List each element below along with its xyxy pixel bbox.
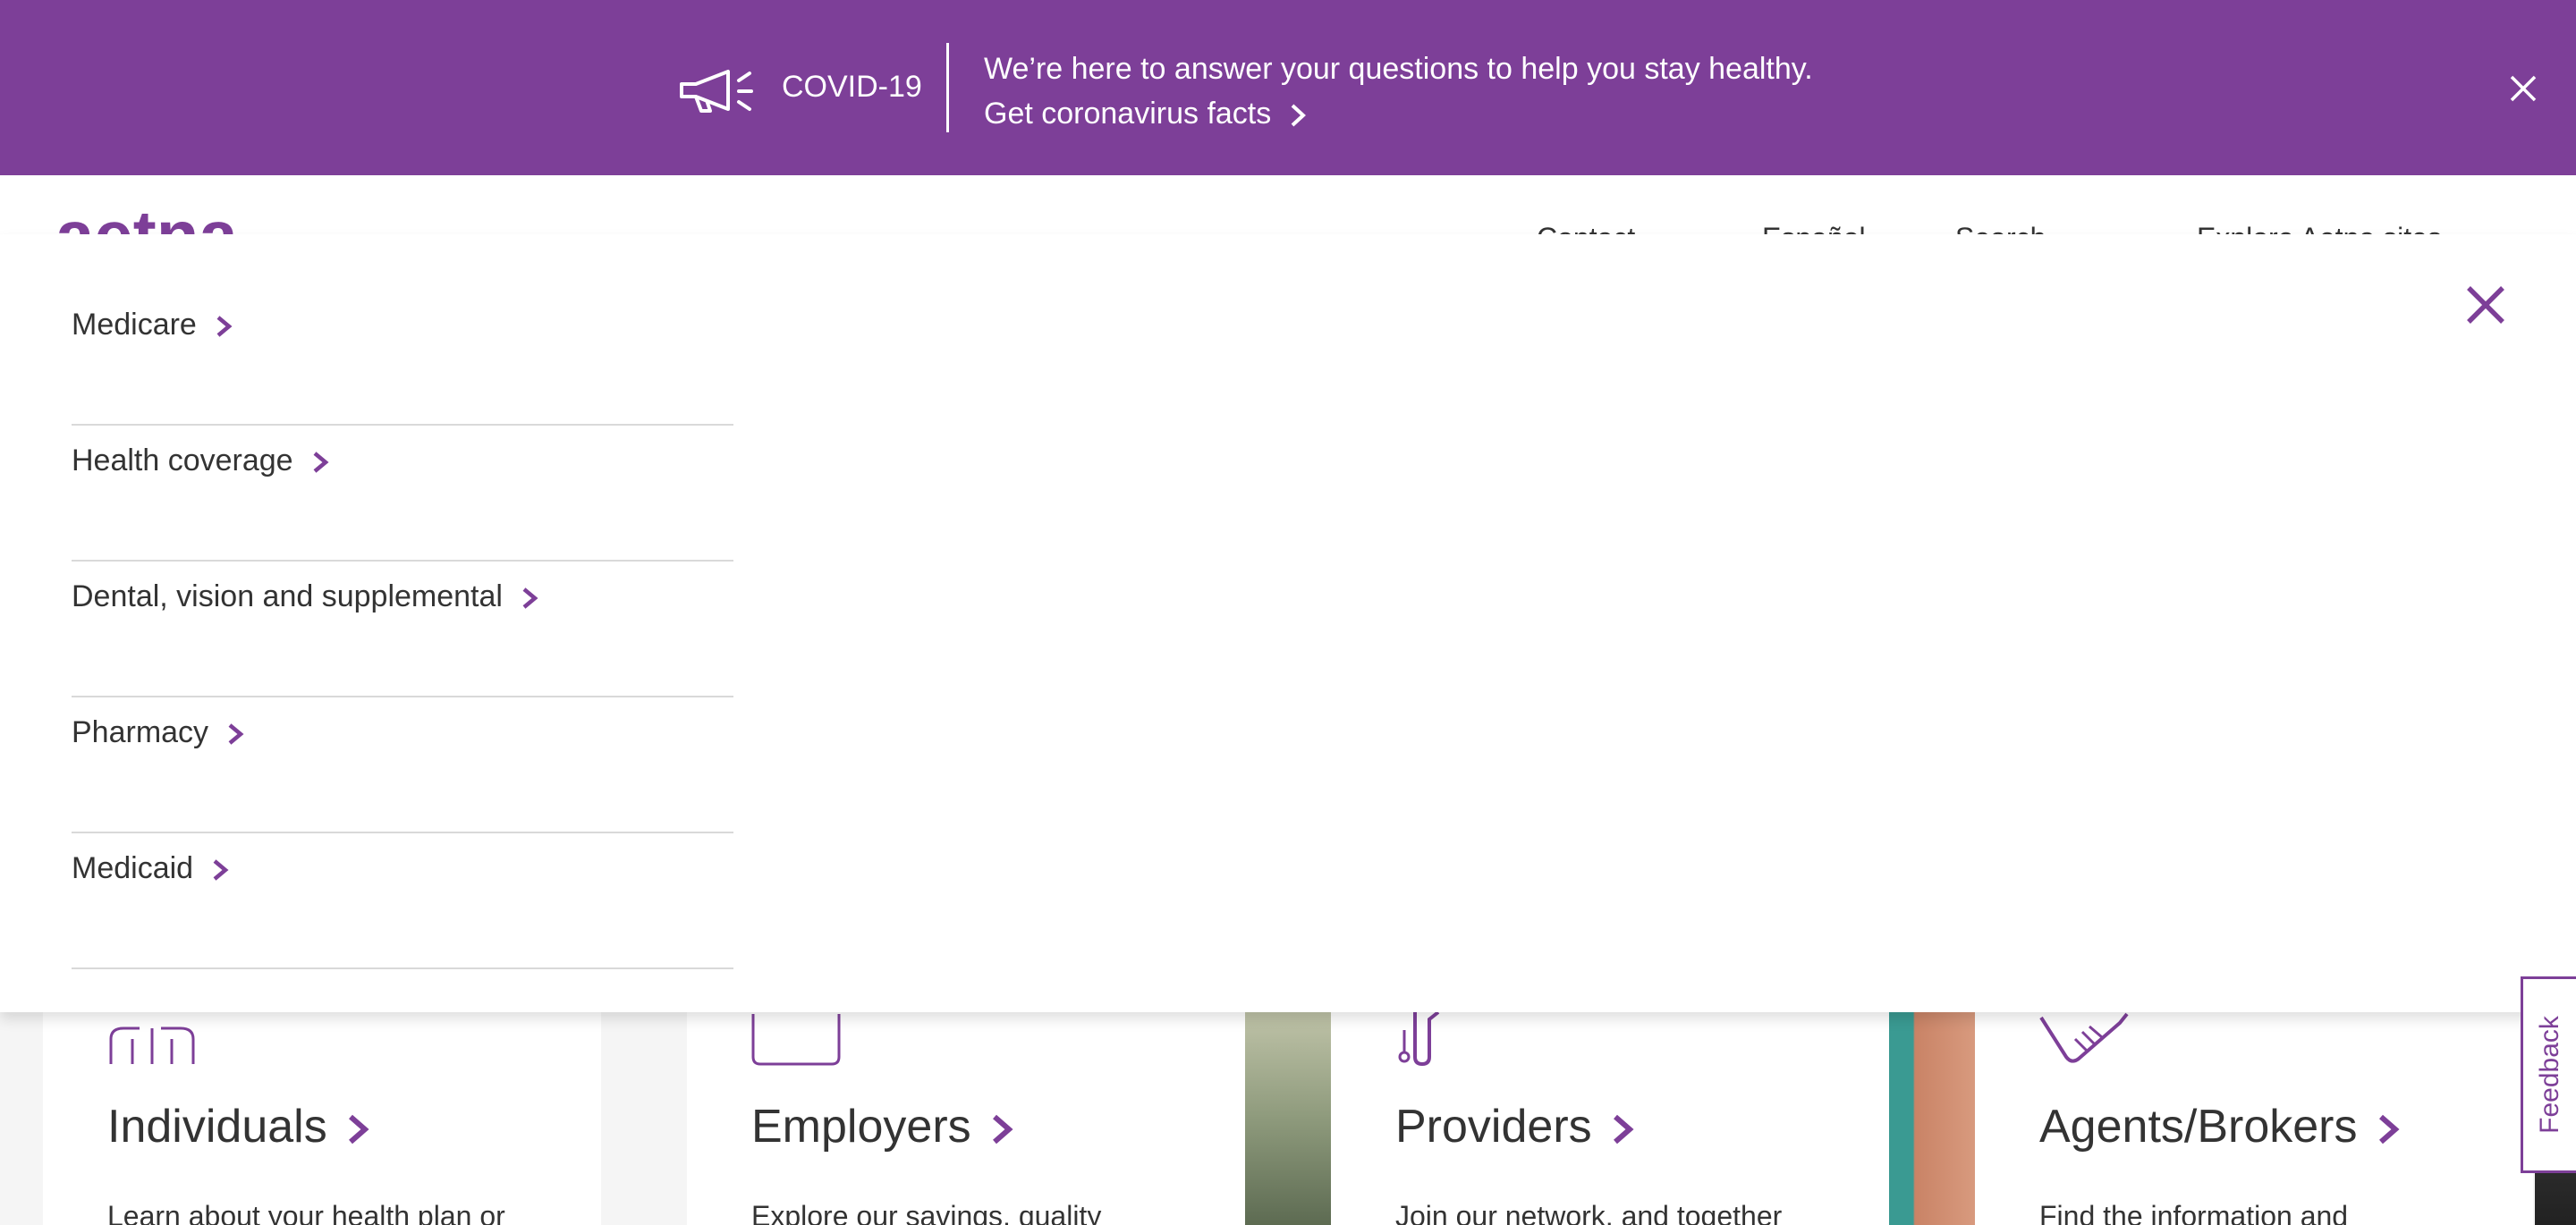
chevron-right-icon xyxy=(348,1115,369,1145)
coronavirus-facts-label: Get coronavirus facts xyxy=(984,97,1272,131)
menu-item-label: Medicaid xyxy=(72,851,231,886)
card-title-text: Providers xyxy=(1395,1101,1592,1153)
menu-item-label: Medicare xyxy=(72,308,234,342)
site-header: aetna Contact Español Search Explore Aet… xyxy=(0,175,2576,238)
close-banner-icon[interactable] xyxy=(2504,70,2542,107)
menu-item-label: Dental, vision and supplemental xyxy=(72,579,540,614)
megaphone-icon xyxy=(680,70,753,113)
menu-item-medicaid[interactable]: Medicaid xyxy=(72,833,733,969)
mega-menu-panel: Medicare Health coverage Dental, vision … xyxy=(0,234,2576,1012)
photo-strip xyxy=(1245,1012,1331,1225)
menu-item-text: Pharmacy xyxy=(72,715,209,749)
chevron-right-icon xyxy=(1613,1115,1634,1145)
chevron-right-icon xyxy=(992,1115,1013,1145)
menu-item-text: Dental, vision and supplemental xyxy=(72,579,503,613)
menu-list: Medicare Health coverage Dental, vision … xyxy=(72,290,733,969)
card-individuals[interactable]: Individuals Learn about your health plan… xyxy=(43,1012,601,1225)
individuals-icon xyxy=(109,1026,195,1064)
menu-item-medicare[interactable]: Medicare xyxy=(72,290,733,426)
card-providers[interactable]: Providers Join our network, and together xyxy=(1331,1012,1889,1225)
card-title-agents-brokers: Agents/Brokers xyxy=(2039,1100,2404,1153)
menu-item-health-coverage[interactable]: Health coverage xyxy=(72,426,733,562)
stethoscope-icon xyxy=(1398,1012,1440,1066)
covid-label: COVID-19 xyxy=(782,70,922,104)
chevron-right-icon xyxy=(313,452,329,473)
card-desc-employers: Explore our savings, quality xyxy=(751,1200,1102,1225)
menu-item-text: Medicare xyxy=(72,308,197,342)
feedback-label: Feedback xyxy=(2534,1016,2564,1134)
handshake-icon xyxy=(2039,1012,2129,1063)
banner-divider xyxy=(946,43,949,132)
card-desc-providers: Join our network, and together xyxy=(1395,1200,1783,1225)
card-title-individuals: Individuals xyxy=(107,1100,374,1153)
card-title-text: Individuals xyxy=(107,1101,327,1153)
photo-strip xyxy=(1889,1012,1975,1225)
chevron-right-icon xyxy=(228,723,244,745)
audience-cards: Individuals Learn about your health plan… xyxy=(0,1012,2576,1225)
card-title-employers: Employers xyxy=(751,1100,1018,1153)
menu-item-pharmacy[interactable]: Pharmacy xyxy=(72,697,733,833)
chevron-right-icon xyxy=(522,587,538,609)
chevron-right-icon xyxy=(2378,1115,2400,1145)
coronavirus-facts-link[interactable]: Get coronavirus facts xyxy=(984,91,1310,136)
close-menu-icon[interactable] xyxy=(2465,284,2506,325)
covid-banner: COVID-19 We’re here to answer your quest… xyxy=(0,0,2576,175)
card-employers[interactable]: Employers Explore our savings, quality xyxy=(687,1012,1245,1225)
menu-item-label: Health coverage xyxy=(72,444,331,478)
card-title-providers: Providers xyxy=(1395,1100,1639,1153)
feedback-tab[interactable]: Feedback xyxy=(2521,976,2576,1173)
employers-icon xyxy=(751,1014,841,1066)
banner-message: We’re here to answer your questions to h… xyxy=(984,52,1813,86)
card-desc-individuals: Learn about your health plan or xyxy=(107,1200,505,1225)
chevron-right-icon xyxy=(216,316,233,337)
card-title-text: Employers xyxy=(751,1101,971,1153)
menu-item-text: Medicaid xyxy=(72,851,194,885)
card-desc-agents-brokers: Find the information and xyxy=(2039,1200,2349,1225)
menu-item-dental-vision[interactable]: Dental, vision and supplemental xyxy=(72,562,733,697)
chevron-right-icon xyxy=(1291,104,1307,127)
card-agents-brokers[interactable]: Agents/Brokers Find the information and xyxy=(1975,1012,2533,1225)
menu-item-label: Pharmacy xyxy=(72,715,246,750)
card-title-text: Agents/Brokers xyxy=(2039,1101,2358,1153)
chevron-right-icon xyxy=(213,859,229,881)
menu-item-text: Health coverage xyxy=(72,444,293,477)
